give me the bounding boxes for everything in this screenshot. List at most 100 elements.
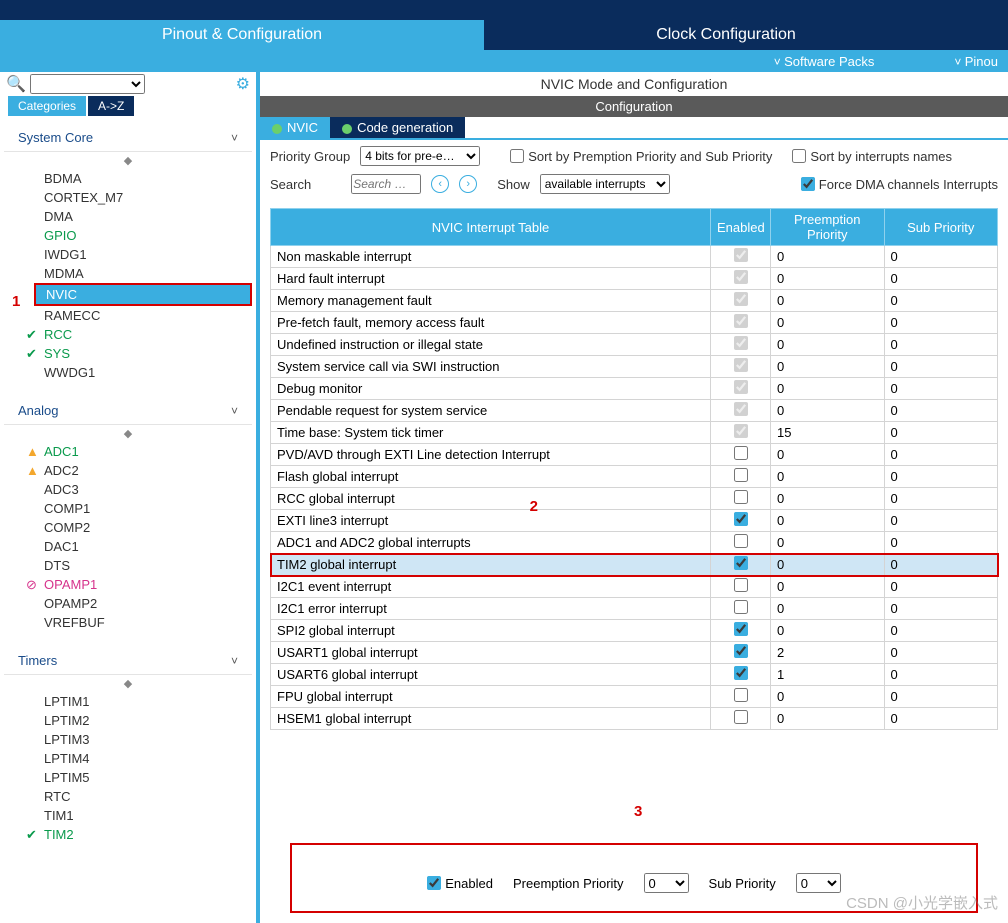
table-row[interactable]: System service call via SWI instruction0…	[271, 356, 998, 378]
tree-item-ramecc[interactable]: RAMECC	[4, 306, 252, 325]
col-interrupt-name[interactable]: NVIC Interrupt Table	[271, 209, 711, 246]
cell-sub-priority[interactable]: 0	[884, 510, 998, 532]
table-row[interactable]: Non maskable interrupt00	[271, 246, 998, 268]
cell-sub-priority[interactable]: 0	[884, 488, 998, 510]
cell-preemption-priority[interactable]: 0	[771, 312, 885, 334]
cell-sub-priority[interactable]: 0	[884, 444, 998, 466]
tree-item-iwdg1[interactable]: IWDG1	[4, 245, 252, 264]
tree-item-cortex_m7[interactable]: CORTEX_M7	[4, 188, 252, 207]
enabled-checkbox[interactable]	[734, 600, 748, 614]
enabled-checkbox[interactable]	[734, 622, 748, 636]
cell-preemption-priority[interactable]: 0	[771, 510, 885, 532]
gear-icon[interactable]: ⚙	[236, 74, 250, 94]
cell-preemption-priority[interactable]: 0	[771, 334, 885, 356]
cell-sub-priority[interactable]: 0	[884, 312, 998, 334]
cell-preemption-priority[interactable]: 0	[771, 488, 885, 510]
section-analog[interactable]: Analog˅	[4, 397, 252, 425]
cell-sub-priority[interactable]: 0	[884, 620, 998, 642]
enabled-checkbox[interactable]	[734, 468, 748, 482]
show-filter-select[interactable]: available interrupts	[540, 174, 670, 194]
cell-preemption-priority[interactable]: 0	[771, 686, 885, 708]
cell-sub-priority[interactable]: 0	[884, 268, 998, 290]
enabled-checkbox[interactable]	[734, 446, 748, 460]
tree-item-lptim1[interactable]: LPTIM1	[4, 692, 252, 711]
tab-categories[interactable]: Categories	[8, 96, 86, 116]
cell-sub-priority[interactable]: 0	[884, 290, 998, 312]
tree-item-bdma[interactable]: BDMA	[4, 169, 252, 188]
table-row[interactable]: I2C1 event interrupt00	[271, 576, 998, 598]
cell-preemption-priority[interactable]: 0	[771, 554, 885, 576]
force-dma-checkbox[interactable]	[801, 177, 815, 191]
cell-sub-priority[interactable]: 0	[884, 356, 998, 378]
table-row[interactable]: ADC1 and ADC2 global interrupts00	[271, 532, 998, 554]
cell-preemption-priority[interactable]: 0	[771, 598, 885, 620]
tree-item-lptim3[interactable]: LPTIM3	[4, 730, 252, 749]
table-row[interactable]: USART1 global interrupt20	[271, 642, 998, 664]
search-dropdown[interactable]	[30, 74, 145, 94]
tree-item-adc1[interactable]: ▲ADC1	[4, 442, 252, 461]
cell-sub-priority[interactable]: 0	[884, 422, 998, 444]
table-row[interactable]: Debug monitor00	[271, 378, 998, 400]
sort-arrows-icon[interactable]: ◆	[4, 675, 252, 692]
sort-arrows-icon[interactable]: ◆	[4, 152, 252, 169]
tree-item-gpio[interactable]: GPIO	[4, 226, 252, 245]
enabled-checkbox[interactable]	[734, 512, 748, 526]
search-prev-icon[interactable]: ‹	[431, 175, 449, 193]
tree-item-adc3[interactable]: ADC3	[4, 480, 252, 499]
table-row[interactable]: Pendable request for system service00	[271, 400, 998, 422]
table-row[interactable]: PVD/AVD through EXTI Line detection Inte…	[271, 444, 998, 466]
enabled-checkbox[interactable]	[734, 644, 748, 658]
cell-preemption-priority[interactable]: 0	[771, 290, 885, 312]
cell-preemption-priority[interactable]: 0	[771, 246, 885, 268]
tree-item-adc2[interactable]: ▲ADC2	[4, 461, 252, 480]
enabled-checkbox[interactable]	[734, 556, 748, 570]
tree-item-comp2[interactable]: COMP2	[4, 518, 252, 537]
selected-sp-select[interactable]: 0	[796, 873, 841, 893]
tree-item-lptim5[interactable]: LPTIM5	[4, 768, 252, 787]
table-row[interactable]: Memory management fault00	[271, 290, 998, 312]
table-row[interactable]: TIM2 global interrupt00	[271, 554, 998, 576]
cell-preemption-priority[interactable]: 0	[771, 466, 885, 488]
col-sub-priority[interactable]: Sub Priority	[884, 209, 998, 246]
cell-preemption-priority[interactable]: 0	[771, 620, 885, 642]
cell-sub-priority[interactable]: 0	[884, 246, 998, 268]
cell-preemption-priority[interactable]: 0	[771, 378, 885, 400]
sort-by-name-checkbox[interactable]	[792, 149, 806, 163]
cell-preemption-priority[interactable]: 0	[771, 444, 885, 466]
tab-a-to-z[interactable]: A->Z	[88, 96, 134, 116]
tree-item-opamp1[interactable]: ⊘OPAMP1	[4, 575, 252, 594]
tree-item-wwdg1[interactable]: WWDG1	[4, 363, 252, 382]
table-row[interactable]: I2C1 error interrupt00	[271, 598, 998, 620]
cell-sub-priority[interactable]: 0	[884, 532, 998, 554]
sort-arrows-icon[interactable]: ◆	[4, 425, 252, 442]
table-row[interactable]: RCC global interrupt00	[271, 488, 998, 510]
tree-item-comp1[interactable]: COMP1	[4, 499, 252, 518]
tab-nvic[interactable]: NVIC	[260, 117, 330, 138]
cell-preemption-priority[interactable]: 0	[771, 356, 885, 378]
cell-preemption-priority[interactable]: 0	[771, 708, 885, 730]
table-row[interactable]: Pre-fetch fault, memory access fault00	[271, 312, 998, 334]
search-icon[interactable]: 🔍	[6, 74, 26, 94]
selected-pp-select[interactable]: 0	[644, 873, 689, 893]
table-row[interactable]: Hard fault interrupt00	[271, 268, 998, 290]
priority-group-select[interactable]: 4 bits for pre-e…	[360, 146, 480, 166]
cell-sub-priority[interactable]: 0	[884, 554, 998, 576]
table-row[interactable]: FPU global interrupt00	[271, 686, 998, 708]
tab-clock-config[interactable]: Clock Configuration	[484, 20, 968, 50]
tree-item-tim2[interactable]: ✔TIM2	[4, 825, 252, 844]
table-row[interactable]: EXTI line3 interrupt00	[271, 510, 998, 532]
cell-sub-priority[interactable]: 0	[884, 598, 998, 620]
sort-by-priority-checkbox[interactable]	[510, 149, 524, 163]
tab-pinout-config[interactable]: Pinout & Configuration	[0, 20, 484, 50]
cell-preemption-priority[interactable]: 15	[771, 422, 885, 444]
tree-item-dac1[interactable]: DAC1	[4, 537, 252, 556]
cell-sub-priority[interactable]: 0	[884, 334, 998, 356]
subtab-software-packs[interactable]: Software Packs	[774, 54, 875, 69]
table-row[interactable]: HSEM1 global interrupt00	[271, 708, 998, 730]
tab-extra[interactable]	[968, 20, 1008, 50]
tree-item-rtc[interactable]: RTC	[4, 787, 252, 806]
interrupt-search-input[interactable]	[351, 174, 421, 194]
tree-item-lptim4[interactable]: LPTIM4	[4, 749, 252, 768]
table-row[interactable]: Time base: System tick timer150	[271, 422, 998, 444]
table-row[interactable]: Undefined instruction or illegal state00	[271, 334, 998, 356]
